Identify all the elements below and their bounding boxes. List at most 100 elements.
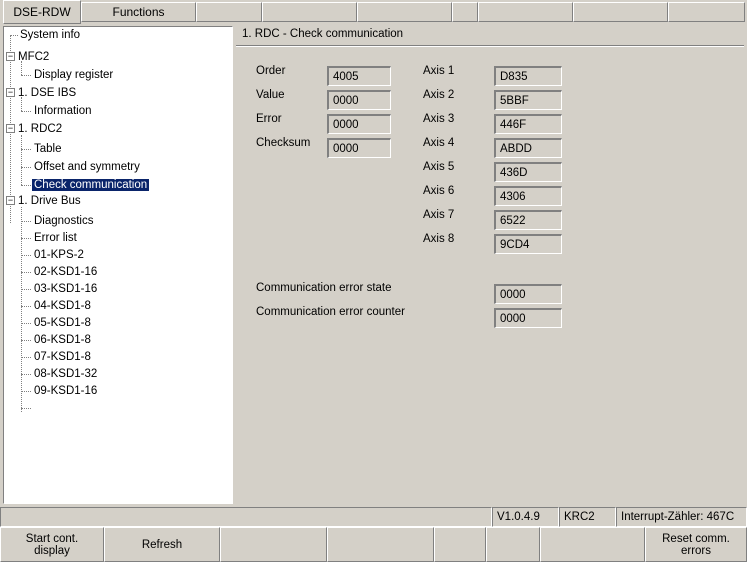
tab-functions[interactable]: Functions bbox=[81, 2, 196, 22]
tree-connector bbox=[21, 238, 31, 239]
axis-8-label: Axis 8 bbox=[423, 233, 455, 245]
navigation-tree[interactable]: − − − − System info MFC2 Display registe… bbox=[3, 26, 233, 504]
status-interrupt-counter: Interrupt-Zähler: 467C bbox=[616, 507, 747, 527]
order-label: Order bbox=[256, 65, 286, 77]
tab-empty-1[interactable] bbox=[196, 2, 262, 22]
tree-item-rdc2[interactable]: 1. RDC2 bbox=[18, 122, 62, 136]
error-field: 0000 bbox=[327, 114, 391, 134]
tab-empty-3[interactable] bbox=[357, 2, 452, 22]
axis-1-label: Axis 1 bbox=[423, 65, 455, 77]
comm-error-state-field: 0000 bbox=[494, 284, 562, 304]
order-field: 4005 bbox=[327, 66, 391, 86]
tree-connector bbox=[21, 289, 31, 290]
tree-item-offset-and-symmetry[interactable]: Offset and symmetry bbox=[34, 160, 140, 174]
tree-connector bbox=[21, 340, 31, 341]
tree-item-02-ksd1-16[interactable]: 02-KSD1-16 bbox=[34, 265, 97, 279]
axis-2-label: Axis 2 bbox=[423, 89, 455, 101]
tree-item-03-ksd1-16[interactable]: 03-KSD1-16 bbox=[34, 282, 97, 296]
axis-6-label: Axis 6 bbox=[423, 185, 455, 197]
tree-connector bbox=[21, 272, 31, 273]
axis-1-field: D835 bbox=[494, 66, 562, 86]
status-version: V1.0.4.9 bbox=[492, 507, 559, 527]
axis-7-field: 6522 bbox=[494, 210, 562, 230]
axis-2-field: 5BBF bbox=[494, 90, 562, 110]
status-bar: V1.0.4.9 KRC2 Interrupt-Zähler: 467C bbox=[0, 507, 747, 527]
value-field: 0000 bbox=[327, 90, 391, 110]
tree-connector bbox=[21, 357, 31, 358]
refresh-button[interactable]: Refresh bbox=[104, 527, 220, 562]
checksum-label: Checksum bbox=[256, 137, 311, 149]
softkey-3[interactable] bbox=[220, 527, 327, 562]
tree-item-information[interactable]: Information bbox=[34, 104, 92, 118]
tree-item-05-ksd1-8[interactable]: 05-KSD1-8 bbox=[34, 316, 91, 330]
tree-connector bbox=[21, 323, 31, 324]
tree-connector bbox=[21, 167, 31, 168]
tab-empty-6[interactable] bbox=[573, 2, 668, 22]
axis-5-label: Axis 5 bbox=[423, 161, 455, 173]
collapse-icon[interactable]: − bbox=[6, 88, 15, 97]
softkey-7[interactable] bbox=[540, 527, 645, 562]
tree-connector bbox=[21, 185, 31, 186]
tree-connector bbox=[21, 149, 31, 150]
reset-comm-errors-button[interactable]: Reset comm. errors bbox=[645, 527, 747, 562]
tree-connector bbox=[21, 255, 31, 256]
softkey-6[interactable] bbox=[486, 527, 540, 562]
collapse-icon[interactable]: − bbox=[6, 52, 15, 61]
tree-connector bbox=[21, 374, 31, 375]
error-label: Error bbox=[256, 113, 282, 125]
tree-item-08-ksd1-32[interactable]: 08-KSD1-32 bbox=[34, 367, 97, 381]
tree-item-04-ksd1-8[interactable]: 04-KSD1-8 bbox=[34, 299, 91, 313]
value-label: Value bbox=[256, 89, 285, 101]
tree-item-system-info[interactable]: System info bbox=[20, 28, 80, 42]
tree-item-drive-bus[interactable]: 1. Drive Bus bbox=[18, 194, 81, 208]
collapse-icon[interactable]: − bbox=[6, 124, 15, 133]
function-tab-bar: DSE-RDW Functions bbox=[0, 0, 747, 24]
comm-error-state-label: Communication error state bbox=[256, 282, 392, 294]
tree-item-mfc2[interactable]: MFC2 bbox=[18, 50, 49, 64]
comm-error-counter-field: 0000 bbox=[494, 308, 562, 328]
axis-6-field: 4306 bbox=[494, 186, 562, 206]
status-message bbox=[0, 507, 492, 527]
softkey-bar: Start cont. display Refresh Reset comm. … bbox=[0, 527, 747, 562]
softkey-4[interactable] bbox=[327, 527, 434, 562]
tab-empty-7[interactable] bbox=[668, 2, 745, 22]
tree-connector bbox=[21, 221, 31, 222]
tree-connector bbox=[21, 391, 31, 392]
axis-3-field: 446F bbox=[494, 114, 562, 134]
tree-item-01-kps-2[interactable]: 01-KPS-2 bbox=[34, 248, 84, 262]
axis-8-field: 9CD4 bbox=[494, 234, 562, 254]
tree-connector bbox=[10, 35, 18, 36]
tab-empty-5[interactable] bbox=[478, 2, 573, 22]
tree-connector bbox=[21, 75, 31, 76]
status-robot: KRC2 bbox=[559, 507, 616, 527]
tree-connector bbox=[21, 408, 31, 409]
tree-connector bbox=[21, 306, 31, 307]
checksum-field: 0000 bbox=[327, 138, 391, 158]
start-cont-display-button[interactable]: Start cont. display bbox=[0, 527, 104, 562]
axis-4-label: Axis 4 bbox=[423, 137, 455, 149]
title-divider bbox=[236, 45, 744, 47]
tree-connector bbox=[21, 111, 31, 112]
tab-empty-2[interactable] bbox=[262, 2, 357, 22]
softkey-5[interactable] bbox=[434, 527, 486, 562]
tree-item-06-ksd1-8[interactable]: 06-KSD1-8 bbox=[34, 333, 91, 347]
axis-3-label: Axis 3 bbox=[423, 113, 455, 125]
tree-connector bbox=[21, 135, 22, 185]
tree-item-error-list[interactable]: Error list bbox=[34, 231, 77, 245]
tree-item-diagnostics[interactable]: Diagnostics bbox=[34, 214, 93, 228]
tree-item-display-register[interactable]: Display register bbox=[34, 68, 113, 82]
tree-item-dse-ibs[interactable]: 1. DSE IBS bbox=[18, 86, 76, 100]
check-communication-panel: 1. RDC - Check communication Order 4005 … bbox=[236, 26, 744, 504]
axis-7-label: Axis 7 bbox=[423, 209, 455, 221]
tree-item-07-ksd1-8[interactable]: 07-KSD1-8 bbox=[34, 350, 91, 364]
tree-item-09-ksd1-16[interactable]: 09-KSD1-16 bbox=[34, 384, 97, 398]
comm-error-counter-label: Communication error counter bbox=[256, 306, 405, 318]
tab-empty-4[interactable] bbox=[452, 2, 478, 22]
panel-title: 1. RDC - Check communication bbox=[242, 28, 404, 40]
tree-item-check-communication[interactable]: Check communication bbox=[32, 178, 150, 192]
axis-4-field: ABDD bbox=[494, 138, 562, 158]
collapse-icon[interactable]: − bbox=[6, 196, 15, 205]
tab-dse-rdw[interactable]: DSE-RDW bbox=[3, 0, 81, 24]
axis-5-field: 436D bbox=[494, 162, 562, 182]
tree-item-table[interactable]: Table bbox=[34, 142, 62, 156]
